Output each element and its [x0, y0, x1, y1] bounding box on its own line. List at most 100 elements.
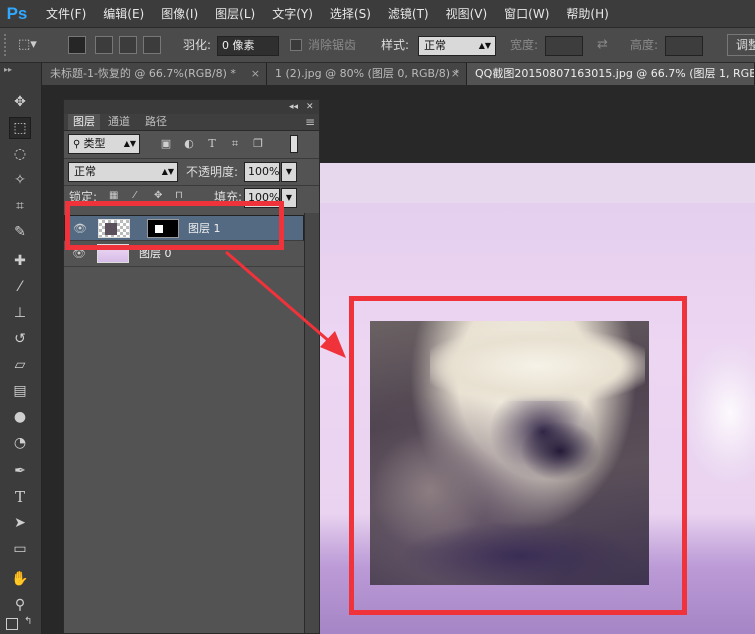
- search-icon: ⚲: [73, 139, 84, 150]
- document-tab-3[interactable]: QQ截图20150807163015.jpg @ 66.7% (图层 1, RG…: [467, 63, 755, 85]
- eyedropper-tool-icon[interactable]: ✎: [9, 221, 31, 243]
- menu-filter[interactable]: 滤镜(T): [388, 5, 429, 22]
- magic-wand-tool-icon[interactable]: ✧: [9, 169, 31, 191]
- blend-mode-value: 正常: [74, 165, 96, 178]
- opacity-dropdown-icon[interactable]: ▼: [281, 162, 297, 182]
- document-tab-2[interactable]: 1 (2).jpg @ 80% (图层 0, RGB/8) * ×: [267, 63, 467, 85]
- type-filter-icon[interactable]: T: [205, 137, 219, 151]
- add-selection-icon[interactable]: [95, 36, 113, 54]
- chevron-down-icon: ▲▼: [161, 167, 174, 176]
- chevron-down-icon: ▲▼: [478, 41, 491, 50]
- menu-bar: Ps 文件(F) 编辑(E) 图像(I) 图层(L) 文字(Y) 选择(S) 滤…: [0, 0, 755, 27]
- zoom-tool-icon[interactable]: ⚲: [9, 594, 31, 616]
- gradient-tool-icon[interactable]: ▤: [9, 380, 31, 402]
- menu-image[interactable]: 图像(I): [161, 5, 198, 22]
- menu-select[interactable]: 选择(S): [330, 5, 371, 22]
- photoshop-logo: Ps: [6, 3, 28, 23]
- swap-icon[interactable]: ⇄: [597, 36, 615, 54]
- lock-pixels-icon[interactable]: ⁄: [134, 190, 136, 201]
- history-brush-tool-icon[interactable]: ↺: [9, 328, 31, 350]
- opacity-input[interactable]: 100%: [244, 162, 280, 182]
- width-label: 宽度:: [510, 38, 539, 52]
- tab-paths[interactable]: 路径: [140, 114, 172, 130]
- filter-toggle-icon[interactable]: [290, 135, 298, 153]
- highlight-box-canvas: [349, 296, 687, 615]
- tab-label: 1 (2).jpg @ 80% (图层 0, RGB/8) *: [275, 67, 460, 80]
- layer-filter-row: ⚲ 类型 ▲▼ ▣ ◐ T ⌗ ❐: [64, 131, 319, 157]
- type-tool-icon[interactable]: T: [9, 486, 31, 508]
- lock-transparent-icon[interactable]: ▦: [109, 190, 118, 201]
- marquee-tool-icon[interactable]: ⬚: [9, 117, 31, 139]
- toolbox-collapse-icon[interactable]: ▸▸: [4, 65, 12, 74]
- new-selection-icon[interactable]: [68, 36, 86, 54]
- options-bar: ⬚▾ 羽化: 0 像素 消除锯齿 样式: 正常 ▲▼ 宽度: ⇄ 高度: 调整: [0, 27, 755, 63]
- pen-tool-icon[interactable]: ✒: [9, 460, 31, 482]
- marquee-preset-icon[interactable]: ⬚▾: [18, 36, 44, 54]
- swap-colors-icon[interactable]: ↰: [24, 616, 32, 627]
- pixel-filter-icon[interactable]: ▣: [159, 137, 173, 151]
- layers-scrollbar[interactable]: [304, 213, 319, 633]
- height-input[interactable]: [665, 36, 703, 56]
- feather-label: 羽化:: [183, 38, 212, 52]
- menu-view[interactable]: 视图(V): [446, 5, 488, 22]
- grip-icon: [4, 34, 9, 56]
- move-tool-icon[interactable]: ✥: [9, 91, 31, 113]
- blend-mode-select[interactable]: 正常 ▲▼: [68, 162, 178, 182]
- smart-object-filter-icon[interactable]: ❐: [251, 137, 265, 151]
- document-tab-bar: 未标题-1-恢复的 @ 66.7%(RGB/8) * × 1 (2).jpg @…: [42, 63, 755, 85]
- width-input[interactable]: [545, 36, 583, 56]
- sky-area: [320, 163, 755, 203]
- close-panel-icon[interactable]: ✕: [306, 100, 314, 114]
- default-colors-icon[interactable]: [6, 618, 18, 630]
- layers-panel: ◂◂ ✕ 图层 通道 路径 ≡ ⚲ 类型 ▲▼ ▣ ◐ T ⌗ ❐ 正常 ▲▼ …: [63, 99, 320, 634]
- antialias-checkbox[interactable]: [290, 39, 302, 51]
- tab-label: 未标题-1-恢复的 @ 66.7%(RGB/8) *: [50, 67, 236, 80]
- panel-menu-icon[interactable]: ≡: [300, 114, 320, 130]
- height-label: 高度:: [630, 38, 659, 52]
- style-label: 样式:: [381, 38, 410, 52]
- collapse-panel-icon[interactable]: ◂◂: [289, 100, 298, 114]
- path-selection-tool-icon[interactable]: ➤: [9, 512, 31, 534]
- crop-tool-icon[interactable]: ⌗: [9, 195, 31, 217]
- refine-edge-button[interactable]: 调整: [727, 34, 755, 56]
- close-icon[interactable]: ×: [251, 63, 260, 85]
- blend-row: 正常 ▲▼ 不透明度: 100% ▼: [64, 158, 319, 185]
- lasso-tool-icon[interactable]: ◌: [9, 143, 31, 165]
- shape-filter-icon[interactable]: ⌗: [228, 137, 242, 151]
- close-icon[interactable]: ×: [451, 63, 460, 85]
- feather-input[interactable]: 0 像素: [217, 36, 279, 56]
- dodge-tool-icon[interactable]: ◔: [9, 432, 31, 454]
- layers-list: 👁 图层 1 👁 图层 0: [64, 213, 304, 633]
- tab-channels[interactable]: 通道: [103, 114, 135, 130]
- cloud-area: [685, 343, 755, 483]
- toolbox: ▸▸ ✥ ⬚ ◌ ✧ ⌗ ✎ ✚ ⁄ ⊥ ↺ ▱ ▤ ● ◔ ✒ T ➤ ▭ ✋…: [0, 63, 42, 634]
- menu-edit[interactable]: 编辑(E): [103, 5, 144, 22]
- style-value: 正常: [424, 39, 446, 52]
- hand-tool-icon[interactable]: ✋: [9, 568, 31, 590]
- stamp-tool-icon[interactable]: ⊥: [9, 302, 31, 324]
- tab-label: QQ截图20150807163015.jpg @ 66.7% (图层 1, RG…: [475, 67, 755, 80]
- tab-layers[interactable]: 图层: [68, 114, 100, 130]
- eraser-tool-icon[interactable]: ▱: [9, 354, 31, 376]
- shape-tool-icon[interactable]: ▭: [9, 538, 31, 560]
- menu-file[interactable]: 文件(F): [46, 5, 86, 22]
- menu-window[interactable]: 窗口(W): [504, 5, 549, 22]
- healing-brush-tool-icon[interactable]: ✚: [9, 250, 31, 272]
- blur-tool-icon[interactable]: ●: [9, 406, 31, 428]
- lock-all-icon[interactable]: ⊓: [175, 190, 183, 201]
- menu-type[interactable]: 文字(Y): [272, 5, 313, 22]
- intersect-selection-icon[interactable]: [143, 36, 161, 54]
- layer-filter-select[interactable]: ⚲ 类型 ▲▼: [68, 134, 140, 154]
- antialias-label: 消除锯齿: [308, 38, 357, 52]
- adjustment-filter-icon[interactable]: ◐: [182, 137, 196, 151]
- opacity-label: 不透明度:: [186, 165, 239, 179]
- panel-header: ◂◂ ✕: [64, 100, 319, 114]
- menu-layer[interactable]: 图层(L): [215, 5, 255, 22]
- lock-position-icon[interactable]: ✥: [154, 190, 162, 201]
- subtract-selection-icon[interactable]: [119, 36, 137, 54]
- document-tab-1[interactable]: 未标题-1-恢复的 @ 66.7%(RGB/8) * ×: [42, 63, 267, 85]
- menu-help[interactable]: 帮助(H): [566, 5, 608, 22]
- brush-tool-icon[interactable]: ⁄: [9, 276, 31, 298]
- style-select[interactable]: 正常 ▲▼: [418, 36, 496, 56]
- filter-value: 类型: [83, 137, 106, 150]
